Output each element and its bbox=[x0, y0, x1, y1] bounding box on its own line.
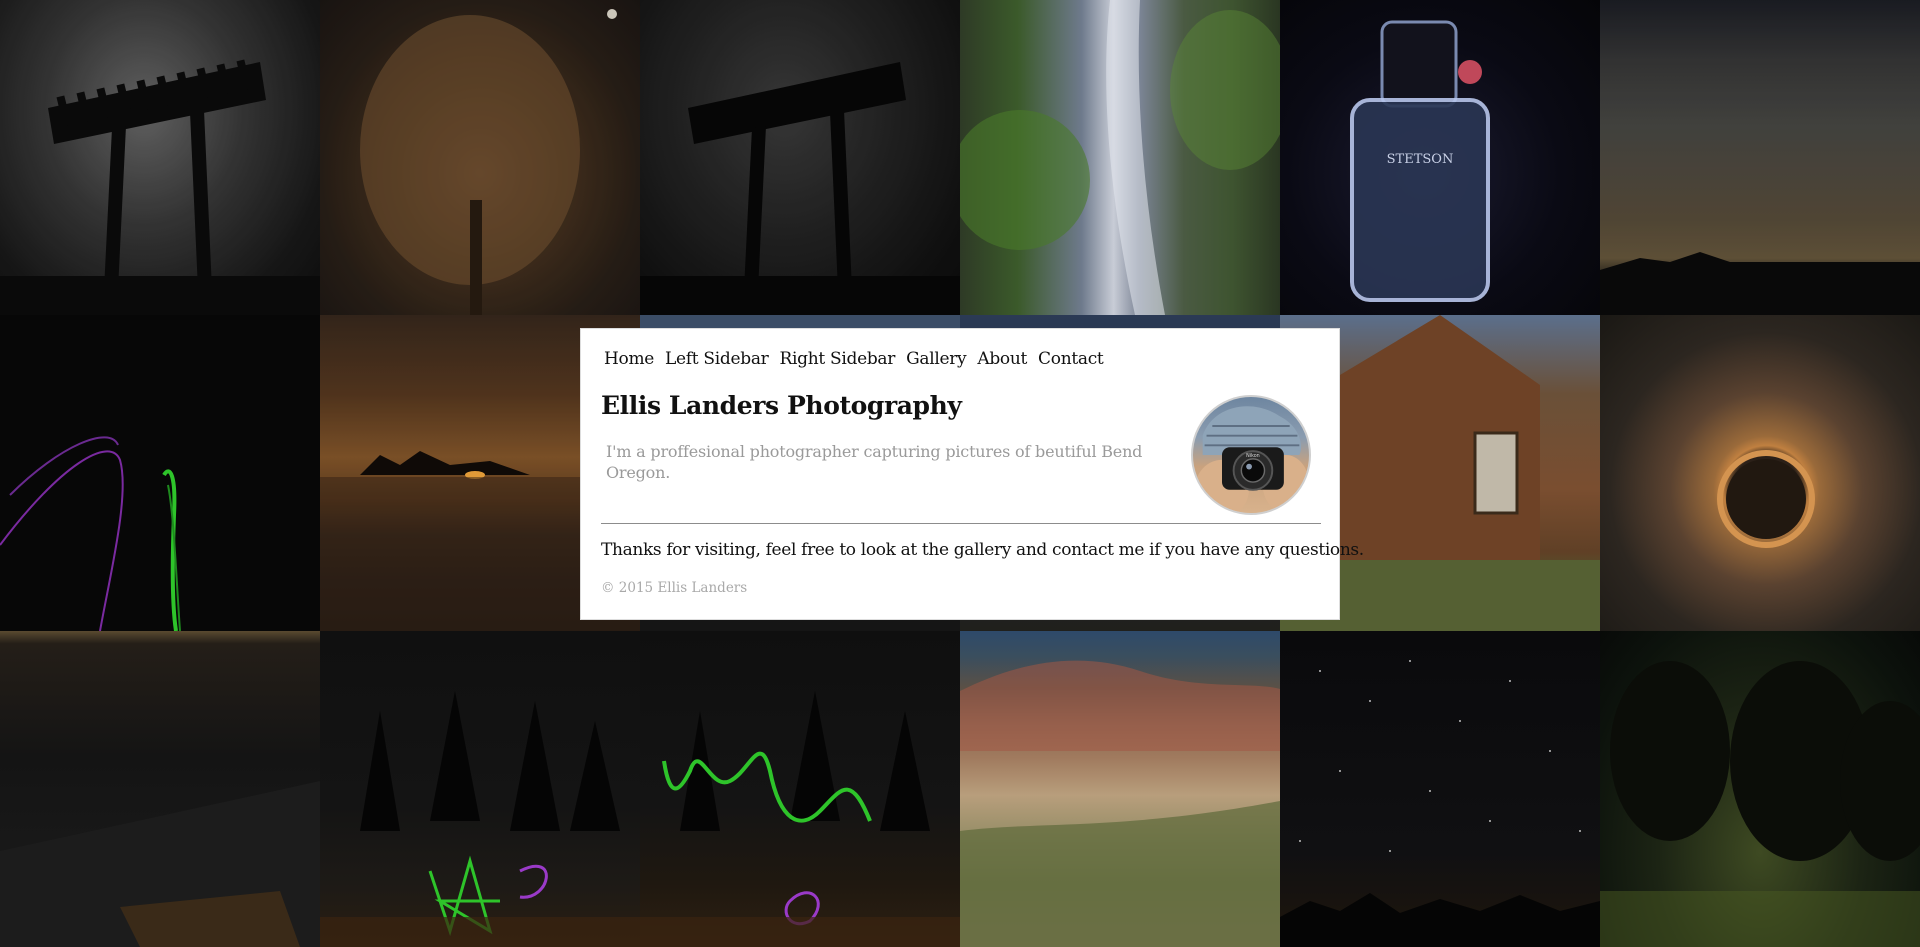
bottle-label-text: STETSON bbox=[1387, 152, 1454, 167]
site-tagline: I'm a proffesional photographer capturin… bbox=[606, 442, 1143, 482]
gallery-tile-light-painting-trees bbox=[320, 631, 640, 947]
gallery-tile-painted-hills bbox=[960, 631, 1280, 947]
gallery-tile-steel-wool-spin bbox=[1600, 315, 1920, 631]
nav-gallery[interactable]: Gallery bbox=[906, 349, 967, 369]
avatar: Nikon bbox=[1191, 395, 1311, 515]
gallery-tile-waterfall bbox=[960, 0, 1280, 315]
gallery-tile-pergola-night-dark bbox=[640, 0, 960, 315]
footer-copyright: © 2015 Ellis Landers bbox=[601, 580, 748, 596]
main-nav: Home Left Sidebar Right Sidebar Gallery … bbox=[604, 349, 1104, 369]
gallery-tile-lit-forest bbox=[1600, 631, 1920, 947]
gallery-tile-light-painting-wave bbox=[640, 631, 960, 947]
welcome-message: Thanks for visiting, feel free to look a… bbox=[601, 540, 1364, 560]
nav-home[interactable]: Home bbox=[604, 349, 654, 369]
gallery-tile-pergola-night bbox=[0, 0, 320, 315]
gallery-tile-starry-sky bbox=[1280, 631, 1600, 947]
site-title[interactable]: Ellis Landers Photography bbox=[601, 391, 962, 420]
nav-about[interactable]: About bbox=[977, 349, 1027, 369]
nav-right-sidebar[interactable]: Right Sidebar bbox=[780, 349, 896, 369]
gallery-tile-light-painting bbox=[0, 315, 320, 631]
camera-photographer-icon: Nikon bbox=[1194, 406, 1309, 513]
gallery-tile-tree-night bbox=[320, 0, 640, 315]
nav-left-sidebar[interactable]: Left Sidebar bbox=[665, 349, 769, 369]
content-card: Home Left Sidebar Right Sidebar Gallery … bbox=[580, 328, 1364, 620]
gallery-tile-stetson-bottle: STETSON bbox=[1280, 0, 1600, 315]
gallery-tile-dusk-sky bbox=[1600, 0, 1920, 315]
nav-contact[interactable]: Contact bbox=[1038, 349, 1104, 369]
section-divider bbox=[601, 523, 1321, 524]
gallery-tile-roof-night bbox=[0, 631, 320, 947]
svg-text:Nikon: Nikon bbox=[1246, 453, 1260, 459]
